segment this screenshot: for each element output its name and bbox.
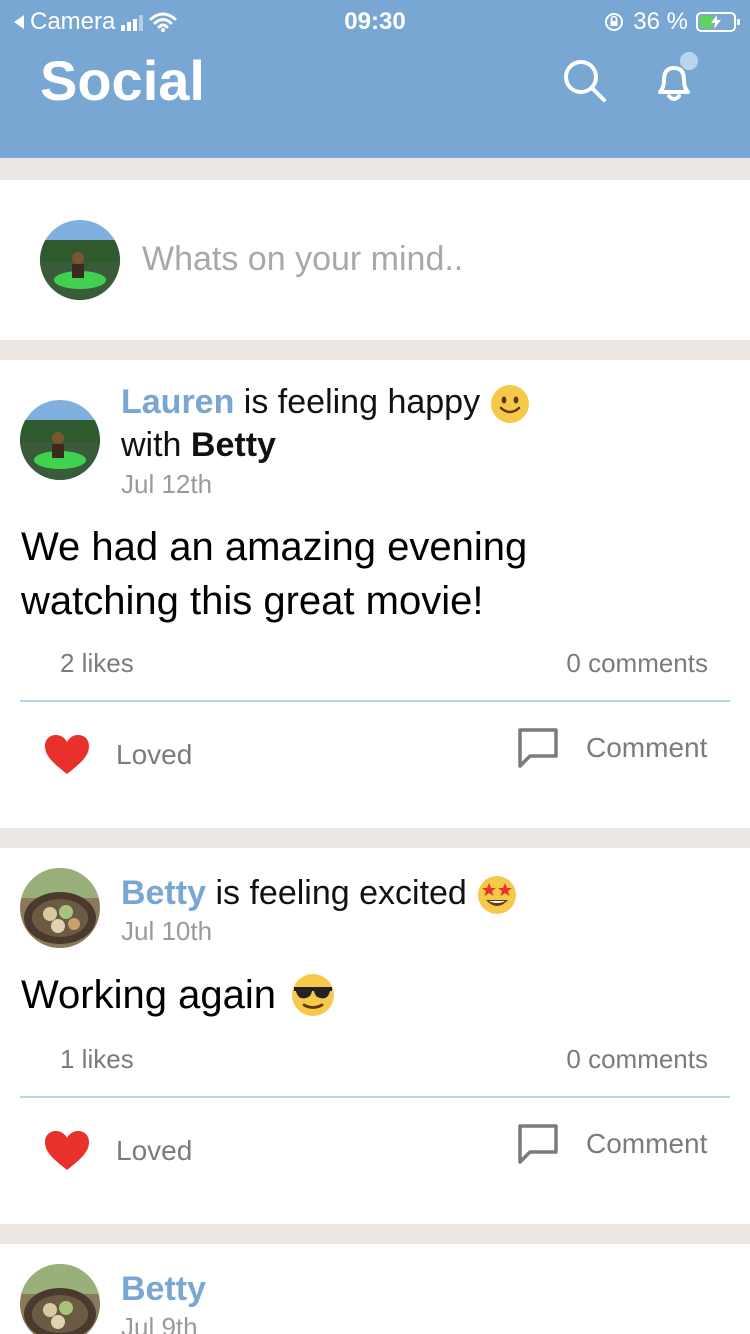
rotation-lock-icon [605,13,624,31]
author-avatar[interactable] [20,400,100,480]
page-title: Social [40,49,205,112]
notification-dot [680,52,698,70]
comment-label: Comment [586,1128,708,1159]
comments-count[interactable]: 0 comments [566,648,708,679]
author-avatar[interactable] [20,1264,100,1334]
post-date: Jul 10th [121,916,213,946]
post-text: We had an amazing evening watching this … [21,525,528,623]
feeling-text: is feeling excited [206,874,467,912]
status-input[interactable]: Whats on your mind.. [142,240,463,279]
heart-icon [45,1131,89,1170]
love-button[interactable]: Loved [44,1130,192,1172]
status-bar: Camera 09:30 36 % [0,0,750,40]
post-date: Jul 12th [121,469,213,499]
with-prefix: with [121,426,191,465]
comment-button[interactable]: Comment [516,1122,707,1166]
smile-emoji-icon [490,385,529,424]
post-text: Working again [21,973,276,1017]
post-date: Jul 9th [121,1312,198,1334]
love-button[interactable]: Loved [44,734,192,776]
sunglasses-emoji-icon [291,974,334,1016]
love-label: Loved [116,739,193,770]
author-name[interactable]: Betty [121,874,206,912]
comment-label: Comment [586,732,708,763]
author-avatar[interactable] [20,868,100,948]
comment-icon [518,728,558,768]
post-header: Betty [121,1268,206,1310]
post-text-row: Working again [21,968,336,1022]
author-name[interactable]: Lauren [121,383,234,421]
comment-icon [518,1124,558,1164]
post-card: Lauren is feeling happy with Betty Jul 1… [0,360,750,828]
battery-icon [696,12,740,32]
composer-card[interactable]: Whats on your mind.. [0,180,750,340]
star-struck-emoji-icon [478,876,517,915]
likes-count[interactable]: 2 likes [60,648,134,679]
post-card: Betty Jul 9th [0,1244,750,1334]
app-header: Camera 09:30 36 % Social [0,0,750,158]
love-label: Loved [116,1135,193,1166]
divider [20,1096,730,1098]
battery-percent: 36 % [633,8,688,35]
post-header: Betty is feeling excited [121,872,518,916]
comments-count[interactable]: 0 comments [566,1044,708,1075]
user-avatar [40,220,120,300]
divider [20,700,730,702]
tagged-name[interactable]: Betty [191,426,276,464]
heart-icon [45,735,89,774]
likes-count[interactable]: 1 likes [60,1044,134,1075]
post-header: Lauren is feeling happy with Betty [121,381,530,466]
feeling-text: is feeling happy [234,383,481,421]
search-icon[interactable] [560,56,608,104]
author-name[interactable]: Betty [121,1270,206,1308]
post-card: Betty is feeling excited Jul 10th Workin… [0,848,750,1224]
comment-button[interactable]: Comment [516,726,707,770]
